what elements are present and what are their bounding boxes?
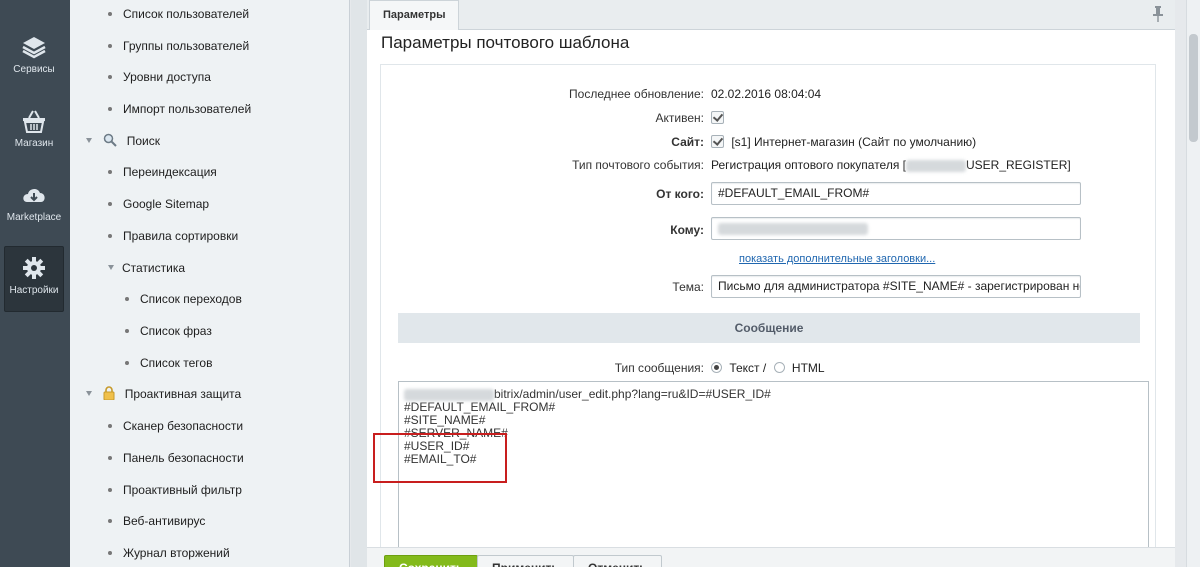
body-line: #SITE_NAME# (404, 413, 486, 427)
highlight-annotation-box (373, 433, 507, 483)
menu-item-referrals[interactable]: Список переходов (125, 289, 242, 309)
show-more-headers-link[interactable]: показать дополнительные заголовки... (739, 253, 935, 265)
rail-label: Магазин (14, 138, 54, 149)
menu-item-phrases[interactable]: Список фраз (125, 321, 212, 341)
layers-icon (22, 37, 46, 59)
scrollbar-thumb[interactable] (1189, 34, 1198, 142)
menu-item-tags[interactable]: Список тегов (125, 353, 212, 373)
menu-item-sort-rules[interactable]: Правила сортировки (108, 226, 238, 246)
rail-item-marketplace[interactable]: Marketplace (4, 174, 64, 240)
active-checkbox[interactable] (711, 111, 724, 125)
rail-item-shop[interactable]: Магазин (4, 100, 64, 166)
bullet-icon (108, 550, 112, 555)
active-label: Активен: (655, 111, 704, 125)
bullet-icon (125, 360, 129, 365)
button-bar: Сохранить Применить Отменить (367, 547, 1175, 567)
body-line: #EMAIL_TO# (404, 452, 477, 466)
lock-icon (103, 386, 115, 401)
basket-icon (23, 110, 45, 133)
vertical-scrollbar[interactable] (1186, 0, 1200, 567)
bullet-icon (108, 201, 112, 206)
radio-html-label: HTML (791, 361, 825, 375)
bullet-icon (108, 43, 112, 48)
magnifier-icon (104, 134, 118, 148)
gear-icon (23, 257, 45, 279)
menu-item-user-groups[interactable]: Группы пользователей (108, 36, 249, 56)
menu-item-user-import[interactable]: Импорт пользователей (108, 99, 251, 119)
body-line: #USER_ID# (404, 439, 470, 453)
content-panel: Параметры Параметры почтового шаблона По… (367, 0, 1175, 567)
menu-item-user-list[interactable]: Список пользователей (108, 4, 249, 24)
menu-item-reindex[interactable]: Переиндексация (108, 162, 217, 182)
rail-item-settings[interactable]: Настройки (4, 246, 64, 312)
body-line: #SERVER_NAME# (404, 426, 508, 440)
left-rail: Сервисы Магазин Marketplace Настройки (0, 0, 70, 567)
bullet-icon (108, 74, 112, 79)
cloud-download-icon (23, 188, 45, 202)
chevron-down-icon (108, 265, 114, 271)
menu-item-intrusion-log[interactable]: Журнал вторжений (108, 543, 230, 563)
form-box: Последнее обновление: 02.02.2016 08:04:0… (373, 64, 1156, 567)
cancel-button[interactable]: Отменить (573, 555, 662, 567)
tab-bar: Параметры (367, 0, 1175, 30)
last-update-value: 02.02.2016 08:04:04 (711, 87, 822, 101)
to-label: Кому: (670, 223, 704, 237)
from-label: От кого: (656, 187, 704, 201)
save-button[interactable]: Сохранить (384, 555, 479, 567)
bullet-icon (125, 296, 129, 301)
bullet-icon (108, 423, 112, 428)
site-value: [s1] Интернет-магазин (Сайт по умолчанию… (731, 135, 977, 149)
menu-item-access-levels[interactable]: Уровни доступа (108, 67, 211, 87)
redacted-text (404, 388, 494, 401)
admin-menu: Список пользователей Группы пользователе… (70, 0, 350, 567)
bullet-icon (108, 455, 112, 460)
site-label: Сайт: (671, 135, 704, 149)
message-type-label: Тип сообщения: (614, 361, 704, 375)
rail-label: Marketplace (6, 212, 62, 223)
bullet-icon (125, 328, 129, 333)
from-input[interactable]: #DEFAULT_EMAIL_FROM# (711, 182, 1081, 205)
subject-input[interactable]: Письмо для администратора #SITE_NAME# - … (711, 275, 1081, 298)
redacted-text (718, 222, 868, 235)
bullet-icon (108, 106, 112, 111)
subject-label: Тема: (672, 280, 704, 294)
menu-item-search[interactable]: Поиск (86, 131, 160, 151)
rail-label: Сервисы (13, 64, 55, 75)
bullet-icon (108, 518, 112, 523)
radio-text[interactable] (711, 362, 722, 374)
radio-html[interactable] (773, 362, 785, 374)
last-update-label: Последнее обновление: (569, 87, 704, 101)
rail-label: Настройки (9, 285, 59, 296)
page-title: Параметры почтового шаблона (381, 33, 630, 52)
message-section-header: Сообщение (398, 313, 1140, 343)
bullet-icon (108, 169, 112, 174)
menu-item-web-antivirus[interactable]: Веб-антивирус (108, 511, 205, 531)
event-type-suffix: USER_REGISTER] (966, 158, 1071, 172)
to-input[interactable] (711, 217, 1081, 240)
tab-parameters[interactable]: Параметры (369, 0, 460, 30)
menu-item-google-sitemap[interactable]: Google Sitemap (108, 194, 209, 214)
redacted-text (906, 159, 966, 172)
menu-item-proactive-protection[interactable]: Проактивная защита (86, 384, 241, 404)
menu-item-security-scanner[interactable]: Сканер безопасности (108, 416, 243, 436)
menu-item-security-panel[interactable]: Панель безопасности (108, 448, 244, 468)
message-body-textarea[interactable]: bitrix/admin/user_edit.php?lang=ru&ID=#U… (373, 381, 1149, 567)
splitter[interactable] (351, 0, 367, 567)
event-type-prefix: Регистрация оптового покупателя [ (711, 158, 906, 172)
bullet-icon (108, 11, 112, 16)
site-checkbox[interactable] (711, 135, 724, 149)
pin-icon[interactable] (1153, 6, 1163, 22)
chevron-down-icon (86, 391, 92, 397)
bullet-icon (108, 487, 112, 492)
apply-button[interactable]: Применить (477, 555, 574, 567)
body-line: #DEFAULT_EMAIL_FROM# (404, 400, 556, 414)
radio-text-label: Текст / (729, 361, 767, 375)
chevron-down-icon (86, 138, 92, 144)
bullet-icon (108, 233, 112, 238)
menu-item-proactive-filter[interactable]: Проактивный фильтр (108, 480, 242, 500)
event-type-label: Тип почтового события: (572, 158, 704, 172)
rail-item-services[interactable]: Сервисы (4, 26, 64, 92)
menu-item-statistics[interactable]: Статистика (108, 258, 185, 278)
